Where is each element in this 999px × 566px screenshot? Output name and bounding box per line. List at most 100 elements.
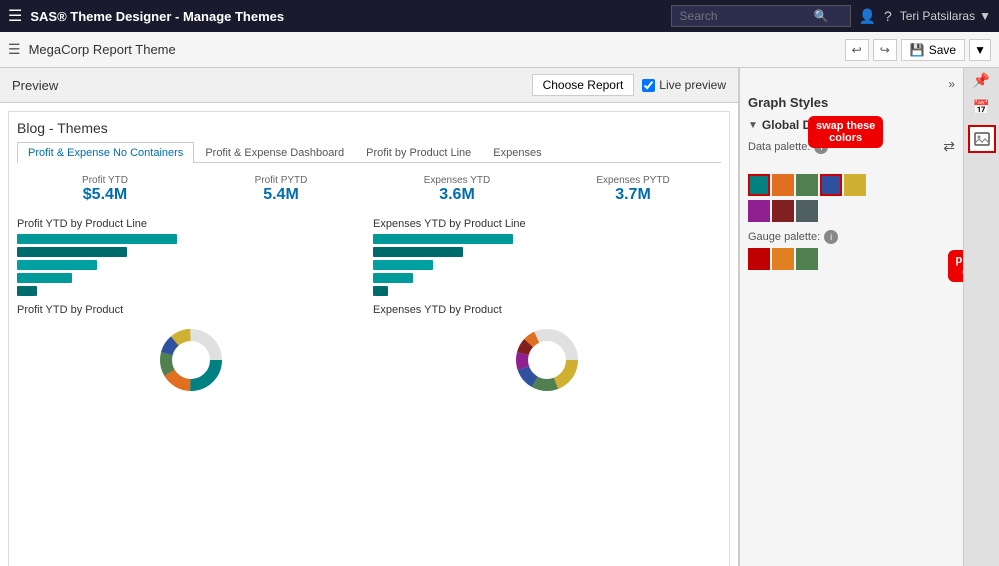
bar bbox=[17, 234, 177, 244]
swap-colors-button[interactable]: ⇄ bbox=[943, 138, 955, 155]
donut-chart-expenses bbox=[512, 325, 582, 395]
search-bar: 🔍 bbox=[671, 5, 851, 27]
search-input[interactable] bbox=[680, 9, 810, 23]
username: Teri Patsilaras bbox=[900, 9, 975, 23]
bottom-charts-row: Profit YTD by Product Expenses YTD bbox=[17, 304, 721, 400]
gauge-swatch-orange[interactable] bbox=[772, 248, 794, 270]
kpi-expenses-pytd: Expenses PYTD 3.7M bbox=[545, 171, 721, 208]
color-swatch-orange[interactable] bbox=[772, 174, 794, 196]
donut-chart-profit bbox=[156, 325, 226, 395]
user-dropdown-icon[interactable]: ▼ bbox=[979, 9, 991, 23]
graph-styles-title: Graph Styles bbox=[748, 95, 955, 110]
bar bbox=[17, 247, 127, 257]
bar-chart-expenses bbox=[373, 234, 721, 296]
bar bbox=[373, 286, 388, 296]
color-swatch-purple[interactable] bbox=[748, 200, 770, 222]
donut-profit bbox=[17, 320, 365, 400]
bar-row bbox=[17, 234, 365, 244]
bar-row bbox=[17, 273, 365, 283]
app-title: SAS® Theme Designer - Manage Themes bbox=[30, 9, 662, 24]
gauge-palette-info-icon[interactable]: i bbox=[824, 230, 838, 244]
live-preview-toggle: Live preview bbox=[642, 78, 726, 92]
bar bbox=[373, 273, 413, 283]
search-icon: 🔍 bbox=[814, 9, 829, 23]
choose-report-button[interactable]: Choose Report bbox=[532, 74, 635, 96]
kpi-profit-pytd: Profit PYTD 5.4M bbox=[193, 171, 369, 208]
bar bbox=[17, 260, 97, 270]
secondary-toolbar: ☰ MegaCorp Report Theme ↩ ↪ 💾 Save ▼ bbox=[0, 32, 999, 68]
bar bbox=[17, 273, 72, 283]
kpi-expenses-ytd-value: 3.6M bbox=[377, 186, 537, 204]
left-panel: Preview Choose Report Live preview Blog … bbox=[0, 68, 739, 566]
redo-button[interactable]: ↪ bbox=[873, 39, 897, 61]
top-nav: ☰ SAS® Theme Designer - Manage Themes 🔍 … bbox=[0, 0, 999, 32]
bar-row bbox=[373, 286, 721, 296]
menu-icon[interactable]: ☰ bbox=[8, 41, 21, 58]
data-color-swatches-row1 bbox=[748, 174, 955, 196]
kpi-profit-ytd: Profit YTD $5.4M bbox=[17, 171, 193, 208]
chart-expenses-ytd-product-line: Expenses YTD by Product Line bbox=[373, 218, 721, 296]
tab-profit-by-product-line[interactable]: Profit by Product Line bbox=[355, 142, 482, 163]
bar-row bbox=[373, 273, 721, 283]
save-dropdown-button[interactable]: ▼ bbox=[969, 39, 991, 61]
preview-label: Preview bbox=[12, 78, 58, 93]
tab-profit-expense-dashboard[interactable]: Profit & Expense Dashboard bbox=[194, 142, 355, 163]
gauge-palette-label: Gauge palette: i bbox=[748, 230, 955, 244]
collapse-arrow-icon[interactable]: ▼ bbox=[748, 120, 758, 131]
tab-profit-expense-no-containers[interactable]: Profit & Expense No Containers bbox=[17, 142, 194, 163]
bar-row bbox=[373, 234, 721, 244]
chart-profit-ytd-product-line-title: Profit YTD by Product Line bbox=[17, 218, 365, 230]
color-swatch-slate[interactable] bbox=[796, 200, 818, 222]
help-icon[interactable]: ? bbox=[884, 8, 892, 24]
chart-expenses-ytd-product: Expenses YTD by Product bbox=[373, 304, 721, 400]
kpi-profit-ytd-label: Profit YTD bbox=[25, 175, 185, 186]
bar-chart-profit bbox=[17, 234, 365, 296]
top-charts-row: Profit YTD by Product Line Expenses YTD … bbox=[17, 218, 721, 296]
live-preview-checkbox[interactable] bbox=[642, 79, 655, 92]
undo-button[interactable]: ↩ bbox=[845, 39, 869, 61]
gauge-color-swatches bbox=[748, 248, 955, 270]
data-color-swatches-row2 bbox=[748, 200, 955, 222]
gauge-palette-row: Gauge palette: i pick newcolors bbox=[748, 230, 955, 270]
sidebar-panel-icon-image[interactable] bbox=[968, 125, 996, 153]
save-icon: 💾 bbox=[910, 43, 925, 57]
right-panel: » Graph Styles ▼ Global Data Colors Data… bbox=[739, 68, 999, 566]
chart-expenses-ytd-product-title: Expenses YTD by Product bbox=[373, 304, 721, 316]
toolbar-actions: ↩ ↪ 💾 Save ▼ bbox=[845, 39, 991, 61]
bar bbox=[17, 286, 37, 296]
tab-expenses[interactable]: Expenses bbox=[482, 142, 552, 163]
gauge-swatch-green[interactable] bbox=[796, 248, 818, 270]
color-swatch-teal[interactable] bbox=[748, 174, 770, 196]
bar-row bbox=[17, 247, 365, 257]
image-icon bbox=[974, 131, 990, 147]
sidebar-panel-icon-calendar[interactable]: 📅 bbox=[968, 93, 996, 121]
kpi-profit-ytd-value: $5.4M bbox=[25, 186, 185, 204]
user-circle-icon[interactable]: 👤 bbox=[859, 8, 876, 25]
report-title: Blog - Themes bbox=[17, 120, 721, 136]
color-swatch-dark-red[interactable] bbox=[772, 200, 794, 222]
report-tabs: Profit & Expense No Containers Profit & … bbox=[17, 142, 721, 163]
kpi-expenses-ytd: Expenses YTD 3.6M bbox=[369, 171, 545, 208]
nav-icons: 👤 ? Teri Patsilaras ▼ bbox=[859, 8, 991, 25]
panel-collapse-button[interactable]: » bbox=[948, 77, 955, 91]
bar-row bbox=[17, 286, 365, 296]
save-button[interactable]: 💾 Save bbox=[901, 39, 965, 61]
main-layout: Preview Choose Report Live preview Blog … bbox=[0, 68, 999, 566]
bar bbox=[373, 260, 433, 270]
hamburger-icon[interactable]: ☰ bbox=[8, 6, 22, 26]
bar-row bbox=[373, 260, 721, 270]
bar bbox=[373, 247, 463, 257]
kpi-profit-pytd-value: 5.4M bbox=[201, 186, 361, 204]
right-panel-content: » Graph Styles ▼ Global Data Colors Data… bbox=[740, 68, 963, 566]
color-swatch-blue[interactable] bbox=[820, 174, 842, 196]
bar-row bbox=[373, 247, 721, 257]
report-content: Blog - Themes Profit & Expense No Contai… bbox=[8, 111, 730, 566]
kpi-expenses-ytd-label: Expenses YTD bbox=[377, 175, 537, 186]
user-info: Teri Patsilaras ▼ bbox=[900, 9, 991, 23]
donut-expenses bbox=[373, 320, 721, 400]
color-swatch-yellow[interactable] bbox=[844, 174, 866, 196]
preview-header: Preview Choose Report Live preview bbox=[0, 68, 738, 103]
color-swatch-green[interactable] bbox=[796, 174, 818, 196]
theme-name: MegaCorp Report Theme bbox=[29, 42, 837, 57]
gauge-swatch-red[interactable] bbox=[748, 248, 770, 270]
